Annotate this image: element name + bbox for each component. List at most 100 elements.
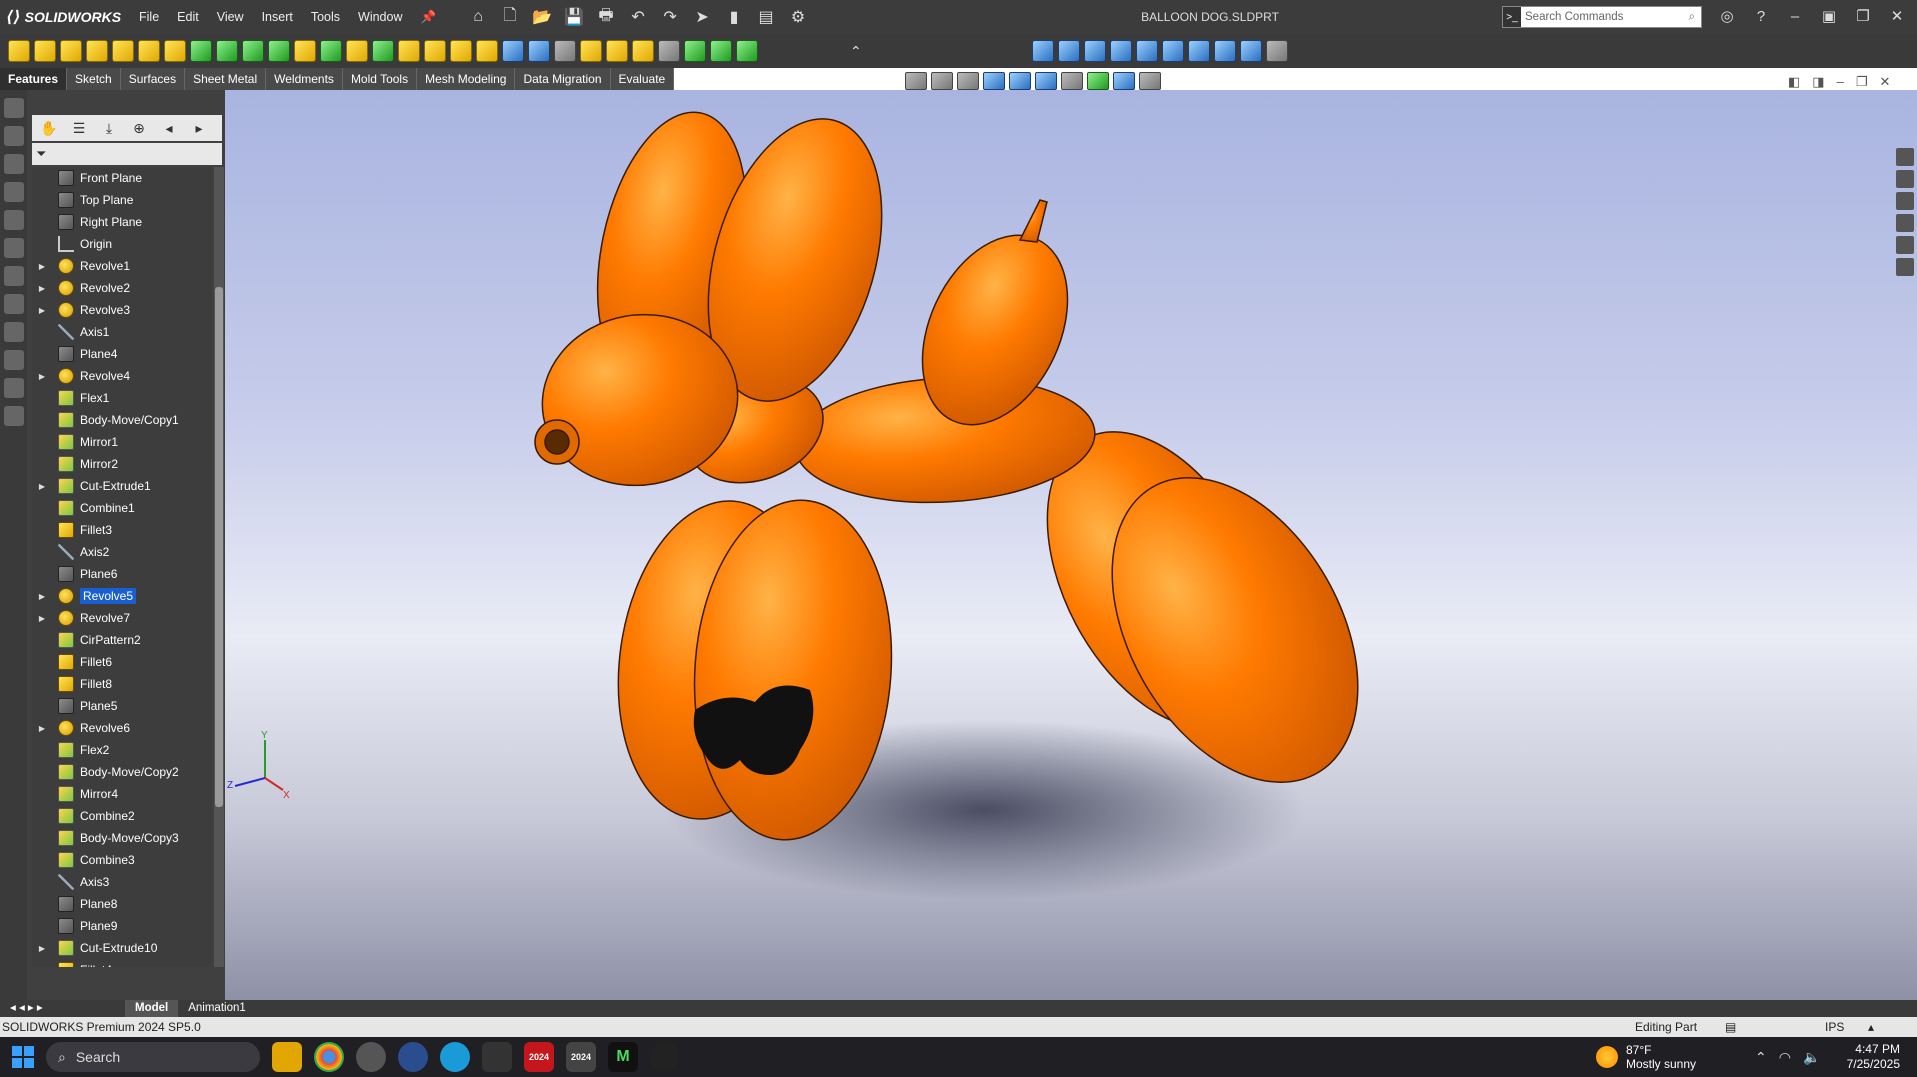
restore-icon[interactable]: ❐ xyxy=(1848,0,1878,34)
save-icon[interactable]: 💾 xyxy=(561,5,587,29)
doc-close-icon[interactable]: ✕ xyxy=(1879,74,1890,90)
tab-data-migration[interactable]: Data Migration xyxy=(515,68,611,90)
expand-arrow-icon[interactable]: ▶ xyxy=(36,614,48,623)
undo-icon[interactable]: ↶ xyxy=(625,5,651,29)
top-view-icon[interactable] xyxy=(1161,40,1184,62)
tree-node[interactable]: Body-Move/Copy3 xyxy=(32,827,212,849)
expand-arrow-icon[interactable]: ▶ xyxy=(36,592,48,601)
tile-icon[interactable]: ▣ xyxy=(1814,0,1844,34)
strip-tool-icon-9[interactable] xyxy=(4,322,24,342)
tree-filter[interactable]: ⏷ xyxy=(32,143,222,165)
deform-icon[interactable] xyxy=(710,40,732,62)
scroll-right-icon[interactable]: ▸ xyxy=(188,118,210,138)
file-properties-icon[interactable]: ▤ xyxy=(753,5,779,29)
previous-view-icon[interactable] xyxy=(957,72,979,90)
custom-properties-icon[interactable] xyxy=(1896,258,1914,276)
mirror-icon[interactable] xyxy=(476,40,498,62)
file-explorer-app-icon[interactable] xyxy=(272,1042,302,1072)
tree-node[interactable]: ▶ Cut-Extrude10 xyxy=(32,937,212,959)
tree-node[interactable]: Top Plane xyxy=(32,189,212,211)
volume-icon[interactable]: 🔈 xyxy=(1803,1049,1820,1066)
tree-node[interactable]: ▶ Cut-Extrude1 xyxy=(32,475,212,497)
expand-arrow-icon[interactable]: ▶ xyxy=(36,284,48,293)
view-settings-icon[interactable] xyxy=(1139,72,1161,90)
tree-node[interactable]: CirPattern2 xyxy=(32,629,212,651)
boundary-cut-icon[interactable] xyxy=(268,40,290,62)
feature-tree-tab-icon[interactable]: ✋ xyxy=(38,118,60,138)
left-view-icon[interactable] xyxy=(1109,40,1132,62)
boundary-boss-icon[interactable] xyxy=(112,40,134,62)
edit-appearance-icon[interactable] xyxy=(1087,72,1109,90)
tree-node[interactable]: Right Plane xyxy=(32,211,212,233)
weather-widget[interactable]: 87°F Mostly sunny xyxy=(1596,1043,1696,1071)
revolved-boss-icon[interactable] xyxy=(34,40,56,62)
rebuild-icon[interactable]: ▮ xyxy=(721,5,747,29)
dimetric-view-icon[interactable] xyxy=(1239,40,1262,62)
tab-animation1[interactable]: Animation1 xyxy=(178,1000,256,1017)
select-icon[interactable]: ➤ xyxy=(689,5,715,29)
strip-tool-icon-11[interactable] xyxy=(4,378,24,398)
tree-node[interactable]: Fillet6 xyxy=(32,651,212,673)
edge-app-icon[interactable] xyxy=(356,1042,386,1072)
layout-app-icon[interactable] xyxy=(398,1042,428,1072)
chrome-app-icon[interactable] xyxy=(314,1042,344,1072)
menu-tools[interactable]: Tools xyxy=(302,0,349,34)
tree-node[interactable]: Axis1 xyxy=(32,321,212,343)
tree-node[interactable]: Combine2 xyxy=(32,805,212,827)
tab-mold-tools[interactable]: Mold Tools xyxy=(343,68,418,90)
strip-tool-icon-10[interactable] xyxy=(4,350,24,370)
move-copy-body-icon[interactable] xyxy=(580,40,602,62)
unity-app-icon[interactable] xyxy=(482,1042,512,1072)
expand-arrow-icon[interactable]: ▶ xyxy=(36,306,48,315)
swept-cut-icon[interactable] xyxy=(216,40,238,62)
front-view-icon[interactable] xyxy=(1057,40,1080,62)
tree-node[interactable]: Plane9 xyxy=(32,915,212,937)
bottom-view-icon[interactable] xyxy=(1187,40,1210,62)
intersect-icon[interactable] xyxy=(450,40,472,62)
normal-to-icon[interactable] xyxy=(1265,40,1288,62)
lofted-cut-icon[interactable] xyxy=(242,40,264,62)
wifi-icon[interactable]: ◠ xyxy=(1779,1049,1791,1066)
expand-arrow-icon[interactable]: ▶ xyxy=(36,262,48,271)
search-icon[interactable]: ⌕ xyxy=(1689,11,1701,24)
hide-show-items-icon[interactable] xyxy=(1061,72,1083,90)
isometric-view-icon[interactable] xyxy=(1213,40,1236,62)
strip-tool-icon-2[interactable] xyxy=(4,126,24,146)
home-icon[interactable]: ⌂ xyxy=(465,5,491,29)
tree-node[interactable]: Mirror4 xyxy=(32,783,212,805)
scroll-left-icon[interactable]: ◂ xyxy=(158,118,180,138)
taskbar-clock[interactable]: 4:47 PM 7/25/2025 xyxy=(1830,1042,1900,1072)
tree-node[interactable]: Body-Move/Copy2 xyxy=(32,761,212,783)
display-style-icon[interactable] xyxy=(1035,72,1057,90)
right-view-icon[interactable] xyxy=(1135,40,1158,62)
tab-sheet-metal[interactable]: Sheet Metal xyxy=(185,68,267,90)
expand-arrow-icon[interactable]: ▶ xyxy=(36,944,48,953)
doc-tile-right-icon[interactable]: ◨ xyxy=(1812,74,1824,90)
tree-node[interactable]: Mirror2 xyxy=(32,453,212,475)
tree-node[interactable]: Fillet4 xyxy=(32,959,212,967)
strip-tool-icon-8[interactable] xyxy=(4,294,24,314)
rib-icon[interactable] xyxy=(346,40,368,62)
strip-tool-icon-3[interactable] xyxy=(4,154,24,174)
filter-icon[interactable]: ⏷ xyxy=(36,146,46,161)
property-manager-tab-icon[interactable]: ☰ xyxy=(68,118,90,138)
menu-insert[interactable]: Insert xyxy=(253,0,302,34)
tree-node[interactable]: Mirror1 xyxy=(32,431,212,453)
hole-wizard-icon[interactable] xyxy=(164,40,186,62)
open-icon[interactable]: 📂 xyxy=(529,5,555,29)
indent-icon[interactable] xyxy=(736,40,758,62)
menu-file[interactable]: File xyxy=(130,0,168,34)
tree-node[interactable]: Plane8 xyxy=(32,893,212,915)
rebuild-status-icon[interactable]: ▤ xyxy=(1725,1020,1736,1034)
user-icon[interactable]: ◎ xyxy=(1712,0,1742,34)
tab-weldments[interactable]: Weldments xyxy=(266,68,343,90)
zoom-to-area-icon[interactable] xyxy=(931,72,953,90)
tree-node[interactable]: Fillet3 xyxy=(32,519,212,541)
taskbar-search[interactable]: ⌕ Search xyxy=(46,1042,260,1072)
menu-window[interactable]: Window xyxy=(349,0,411,34)
view-palette-icon[interactable] xyxy=(1896,214,1914,232)
tray-expand-icon[interactable]: ⌃ xyxy=(1755,1049,1767,1066)
redo-icon[interactable]: ↷ xyxy=(657,5,683,29)
linear-pattern-icon[interactable] xyxy=(320,40,342,62)
draft-icon[interactable] xyxy=(372,40,394,62)
